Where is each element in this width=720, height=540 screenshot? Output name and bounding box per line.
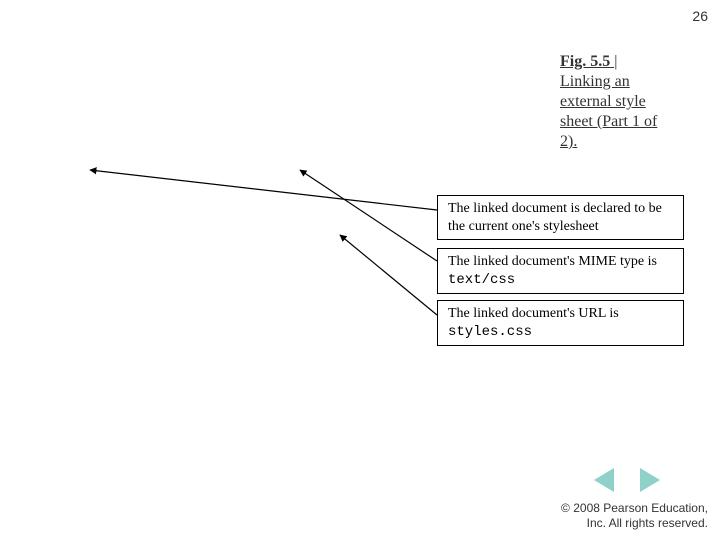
callout-url: The linked document's URL is styles.css (437, 300, 684, 346)
figure-separator: | (610, 53, 617, 70)
callout-code: text/css (448, 272, 515, 288)
nav-controls (594, 468, 660, 492)
copyright-footer: © 2008 Pearson Education, Inc. All right… (561, 501, 708, 530)
callout-text: The linked document's URL is (448, 306, 619, 321)
page-number: 26 (692, 8, 708, 24)
figure-label: Fig. 5.5 (560, 53, 610, 70)
figure-text: Linking an external style sheet (Part 1 … (560, 73, 657, 150)
callout-text: The linked document is declared to be th… (448, 201, 662, 234)
footer-line-2: Inc. All rights reserved. (561, 516, 708, 530)
prev-slide-button[interactable] (594, 468, 614, 492)
next-slide-button[interactable] (640, 468, 660, 492)
callout-mime-type: The linked document's MIME type is text/… (437, 248, 684, 294)
callout-rel-stylesheet: The linked document is declared to be th… (437, 195, 684, 240)
callout-text: The linked document's MIME type is (448, 254, 657, 269)
callout-code: styles.css (448, 324, 532, 340)
figure-caption: Fig. 5.5 | Linking an external style she… (560, 52, 668, 152)
footer-line-1: © 2008 Pearson Education, (561, 501, 708, 515)
